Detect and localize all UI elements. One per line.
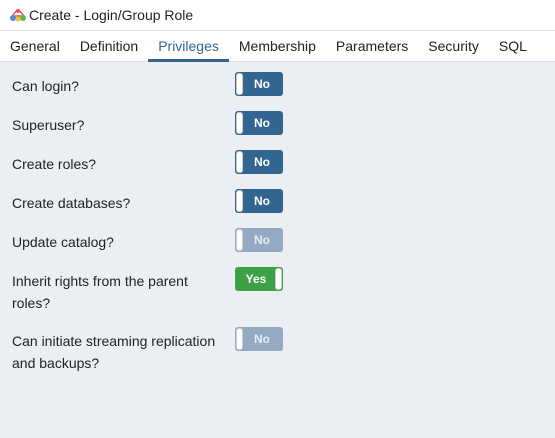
tab-privileges[interactable]: Privileges (148, 31, 229, 62)
replication-toggle: No (235, 327, 283, 351)
dialog-title: Create - Login/Group Role (29, 7, 194, 23)
login-group-role-icon (10, 8, 26, 22)
can-login-toggle[interactable]: No (235, 72, 283, 96)
toggle-text: No (254, 116, 270, 130)
privilege-label: Inherit rights from the parent roles? (12, 273, 188, 311)
tab-bar: General Definition Privileges Membership… (0, 31, 555, 62)
create-roles-toggle[interactable]: No (235, 150, 283, 174)
toggle-knob (236, 229, 243, 251)
privilege-label: Superuser? (12, 117, 85, 133)
tab-sql[interactable]: SQL (489, 31, 537, 62)
privilege-label: Create databases? (12, 195, 131, 211)
privilege-label: Update catalog? (12, 234, 114, 250)
update-catalog-toggle: No (235, 228, 283, 252)
toggle-knob (236, 112, 243, 134)
toggle-text: Yes (245, 272, 267, 286)
create-databases-toggle[interactable]: No (235, 189, 283, 213)
tab-security[interactable]: Security (418, 31, 489, 62)
superuser-toggle[interactable]: No (235, 111, 283, 135)
privilege-label: Create roles? (12, 156, 97, 172)
toggle-text: No (254, 155, 270, 169)
toggle-knob (236, 73, 243, 95)
tab-parameters[interactable]: Parameters (326, 31, 418, 62)
toggle-knob (275, 268, 282, 290)
tab-general[interactable]: General (0, 31, 70, 62)
privilege-label: Can login? (12, 78, 79, 94)
toggle-knob (236, 151, 243, 173)
toggle-knob (236, 328, 243, 350)
toggle-text: No (254, 332, 270, 346)
toggle-text: No (254, 194, 270, 208)
privilege-label: Can initiate streaming replication and b… (12, 333, 216, 371)
tab-definition[interactable]: Definition (70, 31, 148, 62)
inherit-rights-toggle[interactable]: Yes (235, 267, 283, 291)
tab-membership[interactable]: Membership (229, 31, 326, 62)
toggle-knob (236, 190, 243, 212)
dialog-title-bar: Create - Login/Group Role (0, 0, 555, 31)
toggle-text: No (254, 77, 270, 91)
toggle-text: No (254, 233, 270, 247)
